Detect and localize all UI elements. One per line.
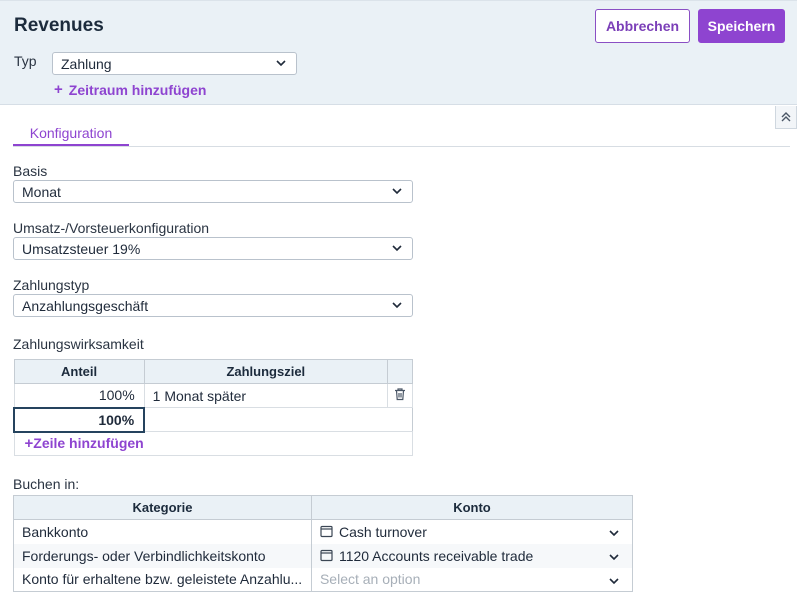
total-row: 100% — [12, 406, 413, 433]
konto-value: 1120 Accounts receivable trade — [338, 547, 534, 564]
booking-label: Buchen in: — [13, 476, 80, 492]
kategorie-cell: Bankkonto — [13, 519, 312, 544]
anteil-cell[interactable]: 100% — [13, 383, 145, 408]
table-row: 100% 1 Monat später — [13, 383, 414, 408]
table-row: Forderungs- oder Verbindlichkeitskonto 1… — [13, 543, 634, 568]
chevrons-up-icon — [781, 112, 791, 122]
table-row: Bankkonto Cash turnover — [13, 519, 634, 544]
payment-effect-label: Zahlungswirksamkeit — [13, 336, 144, 352]
account-icon — [320, 526, 333, 538]
tab-konfiguration[interactable]: Konfiguration — [13, 122, 129, 146]
kategorie-cell: Konto für erhaltene bzw. geleistete Anza… — [13, 567, 312, 592]
column-header-zahlungsziel: Zahlungsziel — [143, 359, 388, 384]
save-button[interactable]: Speichern — [698, 9, 785, 43]
basis-select[interactable]: Monat — [13, 180, 413, 203]
tab-divider — [13, 146, 790, 147]
chevron-down-icon — [609, 530, 619, 537]
konto-select[interactable]: Select an option — [310, 567, 634, 592]
add-period-button[interactable]: + Zeitraum hinzufügen — [54, 81, 206, 98]
column-header-konto: Konto — [310, 495, 634, 520]
add-row-button[interactable]: +Zeile hinzufügen — [13, 431, 413, 456]
trash-icon — [394, 388, 405, 401]
account-icon — [320, 549, 333, 562]
typ-select-value: Zahlung — [61, 55, 112, 72]
konto-value: Cash turnover — [338, 523, 427, 540]
tax-select-value: Umsatzsteuer 19% — [22, 240, 141, 257]
typ-select[interactable]: Zahlung — [52, 52, 297, 75]
table-row: Konto für erhaltene bzw. geleistete Anza… — [13, 567, 634, 592]
collapse-button[interactable] — [775, 106, 797, 129]
plus-icon: + — [54, 81, 63, 98]
chevron-down-icon — [276, 60, 286, 67]
konto-placeholder: Select an option — [319, 571, 421, 588]
plus-icon: + — [24, 435, 34, 453]
basis-select-value: Monat — [22, 183, 61, 200]
delete-row-button[interactable] — [386, 383, 414, 408]
column-header-anteil: Anteil — [13, 359, 145, 384]
payment-type-select[interactable]: Anzahlungsgeschäft — [13, 294, 413, 317]
chevron-down-icon — [609, 553, 619, 560]
payment-type-select-value: Anzahlungsgeschäft — [22, 297, 149, 314]
chevron-down-icon — [392, 188, 402, 195]
konto-select[interactable]: Cash turnover — [310, 519, 634, 544]
kategorie-cell: Forderungs- oder Verbindlichkeitskonto — [13, 543, 312, 568]
chevron-down-icon — [392, 245, 402, 252]
anteil-total: 100% — [12, 406, 146, 433]
column-header-kategorie: Kategorie — [13, 495, 312, 520]
tax-label: Umsatz-/Vorsteuerkonfiguration — [13, 220, 210, 236]
column-header-actions — [386, 359, 414, 384]
booking-table: Kategorie Konto Bankkonto Cash turnover … — [13, 495, 634, 592]
konto-select[interactable]: 1120 Accounts receivable trade — [310, 543, 634, 568]
add-row-label: Zeile hinzufügen — [33, 435, 144, 452]
chevron-down-icon — [609, 577, 619, 584]
payment-table: Anteil Zahlungsziel 100% 1 Monat später … — [12, 359, 414, 456]
zahlungsziel-cell[interactable]: 1 Monat später — [143, 383, 388, 408]
chevron-down-icon — [392, 302, 402, 309]
typ-label: Typ — [14, 53, 37, 69]
tax-select[interactable]: Umsatzsteuer 19% — [13, 237, 413, 260]
basis-label: Basis — [13, 163, 48, 179]
add-period-label: Zeitraum hinzufügen — [68, 81, 207, 98]
cancel-button[interactable]: Abbrechen — [595, 9, 690, 43]
payment-type-label: Zahlungstyp — [13, 277, 90, 293]
header-panel: Revenues Abbrechen Speichern Typ Zahlung… — [0, 0, 797, 105]
page-title: Revenues — [14, 15, 104, 36]
